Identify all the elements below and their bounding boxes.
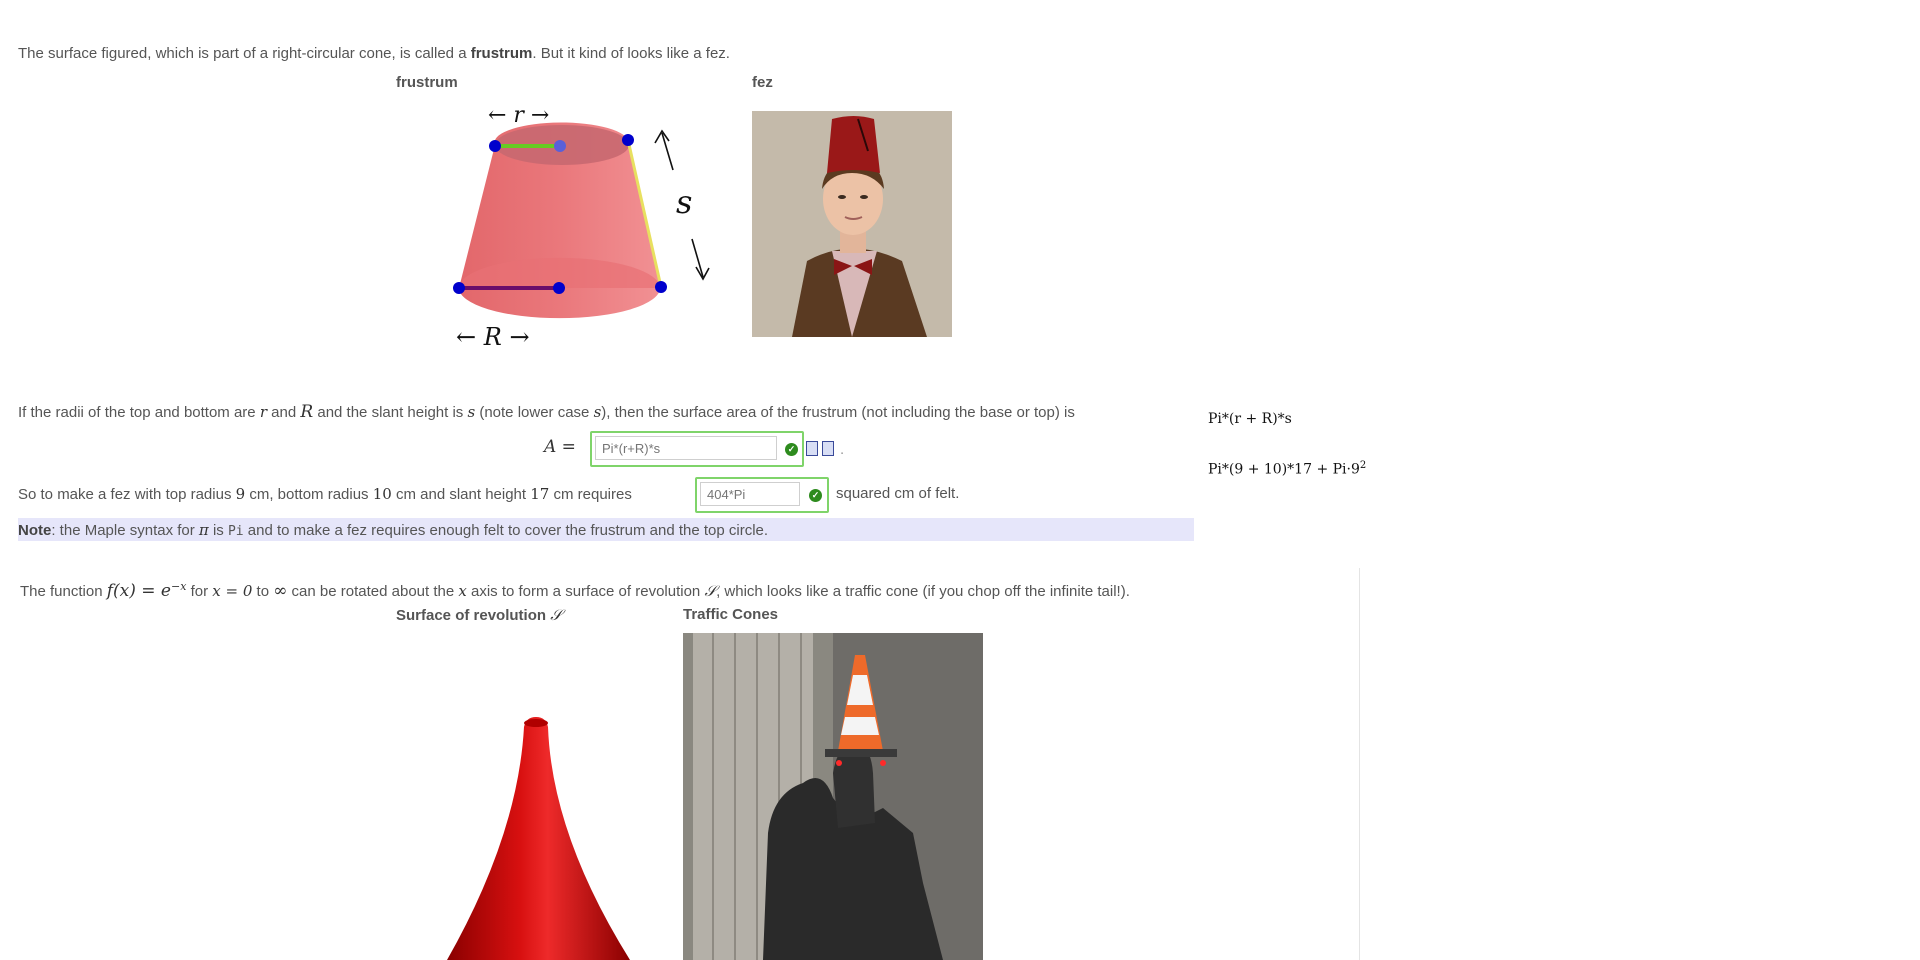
surface-symbol: 𝒮 xyxy=(704,582,717,600)
area-formula-input[interactable] xyxy=(595,436,777,460)
intro-bold-frustrum: frustrum xyxy=(470,45,533,62)
help-doc-icon[interactable] xyxy=(822,441,834,456)
var-r: r xyxy=(259,403,267,421)
traffic-cones-photo xyxy=(683,633,983,960)
slant-label: s xyxy=(676,183,692,221)
formula-description: If the radii of the top and bottom are r… xyxy=(18,402,1075,422)
point-bottom-right[interactable] xyxy=(655,281,667,293)
traffic-cones-caption: Traffic Cones xyxy=(683,606,779,623)
point-bottom-center[interactable] xyxy=(553,282,565,294)
felt-area-input[interactable] xyxy=(700,482,800,506)
intro-after: . But it kind of looks like a fez. xyxy=(532,45,730,62)
preview-expression-2: Pi*(9 + 10)*17 + Pi·92 xyxy=(1208,460,1367,478)
section-divider xyxy=(1359,568,1360,960)
top-radius-label: ← r → xyxy=(488,103,549,128)
fez-hat xyxy=(827,116,880,173)
bottom-radius-value: 10 xyxy=(372,485,392,503)
preview-expression-1: Pi*(r + R)*s xyxy=(1208,411,1292,427)
pi-code: Pi xyxy=(227,524,244,539)
slant-height-value: 17 xyxy=(530,485,550,503)
correct-check-icon: ✓ xyxy=(785,443,798,456)
slant-arrow-down xyxy=(691,238,704,278)
intro-text: The surface figured, which is part of a … xyxy=(18,44,730,64)
frustrum-caption: frustrum xyxy=(396,74,458,91)
formula-period: . xyxy=(840,441,845,458)
note-label: Note xyxy=(18,522,52,539)
var-R: R xyxy=(300,402,314,422)
felt-input-wrapper: ✓ xyxy=(695,477,829,513)
top-radius-value: 9 xyxy=(235,485,246,503)
felt-units-text: squared cm of felt. xyxy=(836,485,960,502)
fez-requirement-text: So to make a fez with top radius 9 cm, b… xyxy=(18,485,632,503)
surface-caption: Surface of revolution 𝒮 xyxy=(396,606,562,624)
frustrum-diagram: s ← r → ← R → xyxy=(453,103,710,351)
point-bottom-left[interactable] xyxy=(453,282,465,294)
x-start: x = 0 xyxy=(212,582,253,600)
preview-doc-icon[interactable] xyxy=(806,441,818,456)
infinity-symbol: ∞ xyxy=(273,581,288,601)
note-text: Note: the Maple syntax for π is Pi and t… xyxy=(18,521,769,539)
function-expression: f(x) = e xyxy=(106,581,171,601)
bottom-radius-label: ← R → xyxy=(456,323,530,351)
point-top-left[interactable] xyxy=(489,140,501,152)
area-input-wrapper: ✓ xyxy=(590,431,804,467)
point-top-center[interactable] xyxy=(554,140,566,152)
fez-caption: fez xyxy=(752,74,773,91)
intro-before: The surface figured, which is part of a … xyxy=(18,45,471,62)
revolution-text: The function f(x) = e−x for x = 0 to ∞ c… xyxy=(20,580,1130,601)
felt-correct-check-icon: ✓ xyxy=(809,489,822,502)
point-top-right[interactable] xyxy=(622,134,634,146)
pi-symbol: π xyxy=(198,521,209,539)
horn-surface xyxy=(447,717,630,960)
surface-of-revolution-plot xyxy=(447,717,630,960)
area-lhs: A = xyxy=(544,437,576,457)
fez-photo xyxy=(752,111,952,337)
